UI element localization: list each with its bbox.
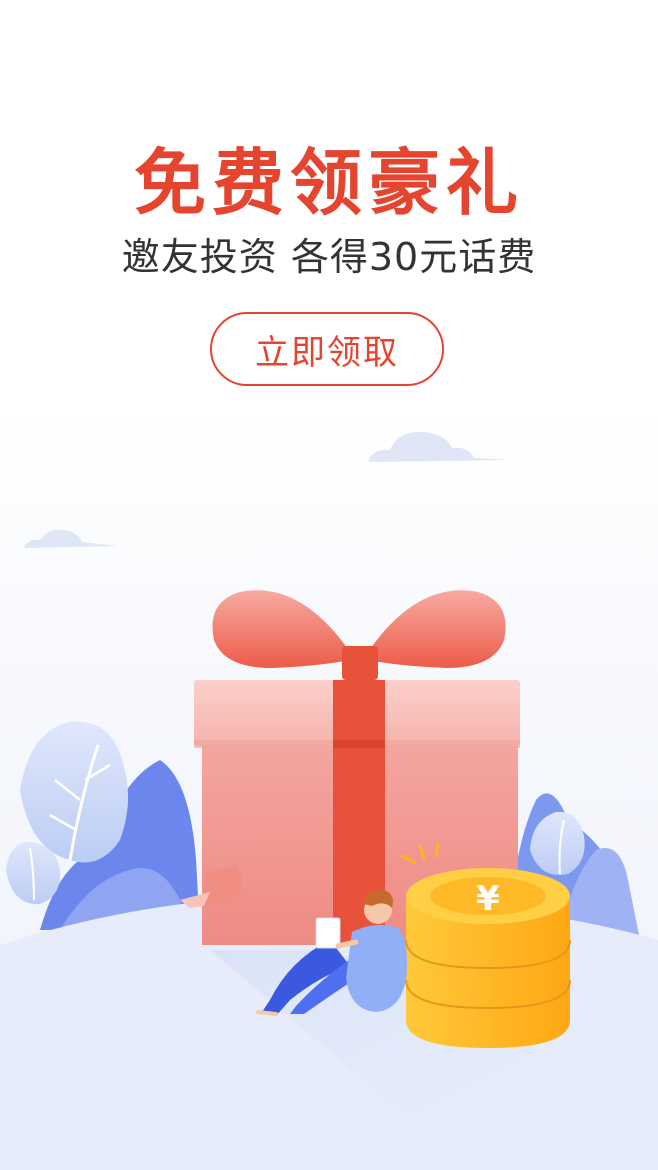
plant-left xyxy=(6,721,200,930)
currency-symbol: ¥ xyxy=(476,879,500,919)
gift-illustration: ¥ xyxy=(0,431,658,1170)
cloud-right xyxy=(368,431,512,462)
cloud-left xyxy=(24,529,118,548)
